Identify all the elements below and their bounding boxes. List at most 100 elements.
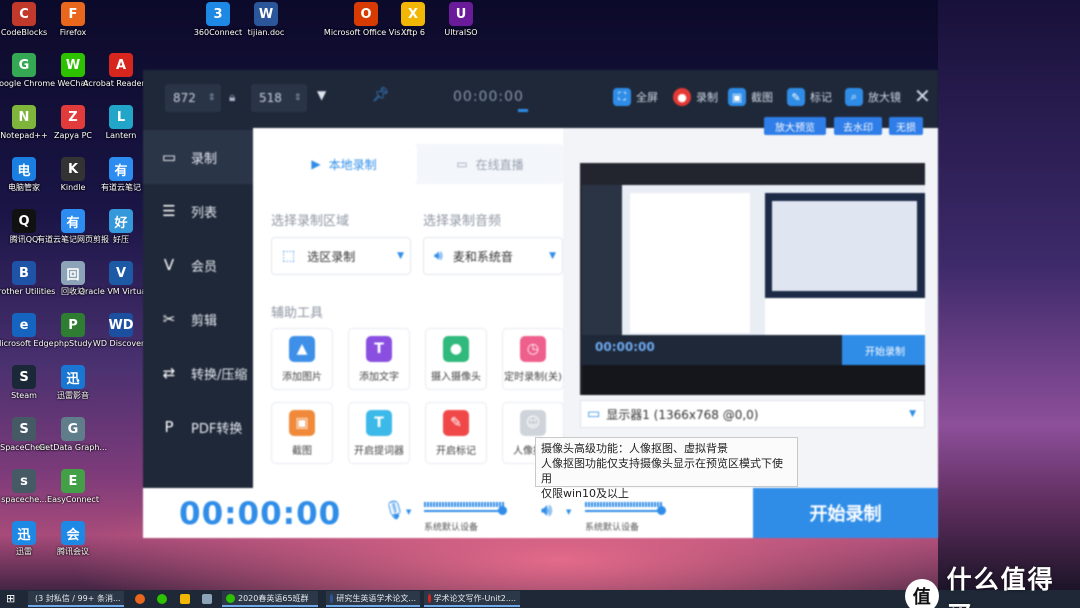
chevron-down-icon[interactable]: ▼ <box>317 88 326 102</box>
mark-button[interactable]: ✎ 标记 <box>787 88 832 106</box>
close-icon[interactable]: ✕ <box>914 84 931 108</box>
taskbar-item[interactable]: 研究生英语学术论文... <box>326 591 420 607</box>
tool-icon: ◷ <box>520 335 546 362</box>
desktop-icon-label: UltraISO <box>444 28 478 37</box>
steam-icon: S <box>12 365 36 389</box>
speaker-slider-handle[interactable] <box>657 506 666 515</box>
tool-icon: ☺ <box>520 409 546 436</box>
windows-start-icon[interactable]: ⊞ <box>6 592 15 605</box>
desktop-icon-firefox[interactable]: F Firefox <box>42 2 104 37</box>
taskbar-item[interactable]: 2020春英语65班群 <box>222 591 318 607</box>
easyconnect-icon: E <box>61 469 85 493</box>
tool-6[interactable]: ✎ 开启标记 <box>425 402 487 464</box>
magnifier-button[interactable]: ⌕ 放大镜 <box>845 88 901 106</box>
screenshot-button[interactable]: ▣ 截图 <box>728 88 773 106</box>
desktop-icon-label: 腾讯会议 <box>57 547 89 556</box>
firefox-icon[interactable] <box>135 594 145 604</box>
fullscreen-button[interactable]: ⛶ 全屏 <box>613 88 658 106</box>
taskbar-item[interactable]: (3 封私信 / 99+ 条消... <box>28 591 124 607</box>
desktop-icon-label: WD Discovery <box>92 339 150 348</box>
tool-label: 摄入摄像头 <box>431 371 481 383</box>
record-icon: ● <box>673 88 691 106</box>
wechat-icon[interactable] <box>157 594 167 604</box>
360-icon: 3 <box>206 2 230 26</box>
taskbar-item[interactable]: 学术论文写作-Unit2.... <box>424 591 520 607</box>
spinner-icon[interactable]: ⇕ <box>208 93 216 103</box>
sidebar-item-label: PDF转换 <box>191 421 243 437</box>
mic-slider-handle[interactable] <box>498 506 507 515</box>
area-select[interactable]: ⬚ 选区录制 ▼ <box>271 237 411 275</box>
preview-area: 放大预览 去水印 无损 00:00:00 开始录制 <box>580 117 927 395</box>
tool-3[interactable]: ◷ 定时录制(关) <box>502 328 564 390</box>
lantern-icon: L <box>109 105 133 129</box>
sidebar-item-5[interactable]: P PDF转换 <box>143 400 253 454</box>
remove-watermark-button[interactable]: 去水印 <box>834 117 882 135</box>
taskbar-item-label: 学术论文写作-Unit2.... <box>433 593 516 603</box>
notepad-icon: N <box>12 105 36 129</box>
desktop-icon-meeting[interactable]: 会腾讯会议 <box>42 521 104 556</box>
tool-label: 添加文字 <box>359 371 399 383</box>
height-input[interactable]: 518 ⇕ <box>251 84 307 112</box>
sidebar-item-label: 会员 <box>191 259 218 275</box>
sidebar-item-0[interactable]: ▭ 录制 <box>143 130 253 184</box>
virtualbox-icon: V <box>109 261 133 285</box>
xftp-icon: X <box>401 2 425 26</box>
tool-2[interactable]: ● 摄入摄像头 <box>425 328 487 390</box>
camera-tooltip: 摄像头高级功能：人像抠图、虚拟背景 人像抠图功能仅支持摄像头显示在预览区模式下使… <box>535 437 798 500</box>
mic-level-meter <box>424 502 504 507</box>
toolbar-timer: 00:00:00 <box>453 89 524 105</box>
getdata-icon: G <box>61 417 85 441</box>
speaker-icon: 🔊︎ <box>434 248 443 264</box>
tool-1[interactable]: T 添加文字 <box>348 328 410 390</box>
pin-icon[interactable]: 📌︎ <box>372 87 390 103</box>
sidebar-item-3[interactable]: ✂ 剪辑 <box>143 292 253 346</box>
desktop-icon-label: 迅雷 <box>16 547 32 556</box>
preview-timer: 00:00:00 <box>595 340 655 354</box>
speaker-level-meter <box>585 502 663 507</box>
lock-icon[interactable]: 🔒︎ <box>229 90 235 105</box>
display-select[interactable]: ▭ 显示器1 (1366x768 @0,0) ▼ <box>580 400 925 428</box>
chevron-down-icon[interactable]: ▼ <box>566 508 571 516</box>
firefox-icon: F <box>61 2 85 26</box>
spinner-icon[interactable]: ⇕ <box>294 93 302 103</box>
app-icon[interactable] <box>202 594 212 604</box>
tool-4[interactable]: ▣ 截图 <box>271 402 333 464</box>
scissors-icon: ✂ <box>162 310 176 328</box>
tool-label: 添加图片 <box>282 371 322 383</box>
spacechem2-icon: s <box>12 469 36 493</box>
sidebar-item-4[interactable]: ⇄ 转换/压缩 <box>143 346 253 400</box>
audio-select[interactable]: 🔊︎ 麦和系统音 ▼ <box>423 237 563 275</box>
zoom-preview-button[interactable]: 放大预览 <box>764 117 826 135</box>
width-input[interactable]: 872 ⇕ <box>165 84 221 112</box>
desktop-icon-label: 有道云笔记 <box>101 183 141 192</box>
select-area-icon: ⬚ <box>282 248 296 264</box>
wechat-icon: W <box>61 53 85 77</box>
sidebar-item-1[interactable]: ☰ 列表 <box>143 184 253 238</box>
sidebar-item-label: 列表 <box>191 205 218 221</box>
desktop-icon-ultraiso[interactable]: U UltraISO <box>430 2 492 37</box>
speaker-volume-slider[interactable] <box>585 510 663 512</box>
tab-local-record[interactable]: ▶ 本地录制 <box>271 144 417 184</box>
sidebar-item-label: 转换/压缩 <box>191 367 248 383</box>
desktop-icon-label: Xftp 6 <box>400 28 425 37</box>
chevron-down-icon[interactable]: ▼ <box>406 508 411 516</box>
lossless-button[interactable]: 无损 <box>889 117 923 135</box>
mic-volume-slider[interactable] <box>424 510 504 512</box>
mode-tabs: ▶ 本地录制 ▭ 在线直播 <box>271 144 563 184</box>
desktop-icon-getdata[interactable]: G GetData Graph... <box>39 417 107 452</box>
record-button[interactable]: ● 录制 <box>673 88 718 106</box>
desktop-icon-xunlei[interactable]: 迅迅雷影音 <box>42 365 104 400</box>
desktop-icon-easyconnect[interactable]: E EasyConnect <box>42 469 104 504</box>
tool-icon: ● <box>443 335 469 362</box>
tool-label: 开启提词器 <box>354 445 404 457</box>
pcmgr-icon: 电 <box>12 157 36 181</box>
tab-live[interactable]: ▭ 在线直播 <box>417 144 563 184</box>
folder-icon[interactable] <box>180 594 190 604</box>
desktop-icon-tijian[interactable]: Wtijian.doc <box>235 2 297 37</box>
sidebar-item-2[interactable]: V 会员 <box>143 238 253 292</box>
pdf-icon: P <box>164 418 174 436</box>
speaker-icon[interactable]: 🔊︎ <box>541 500 552 521</box>
tool-0[interactable]: ▲ 添加图片 <box>271 328 333 390</box>
microphone-icon[interactable]: 🎙︎ <box>383 500 406 521</box>
tool-5[interactable]: T 开启提词器 <box>348 402 410 464</box>
